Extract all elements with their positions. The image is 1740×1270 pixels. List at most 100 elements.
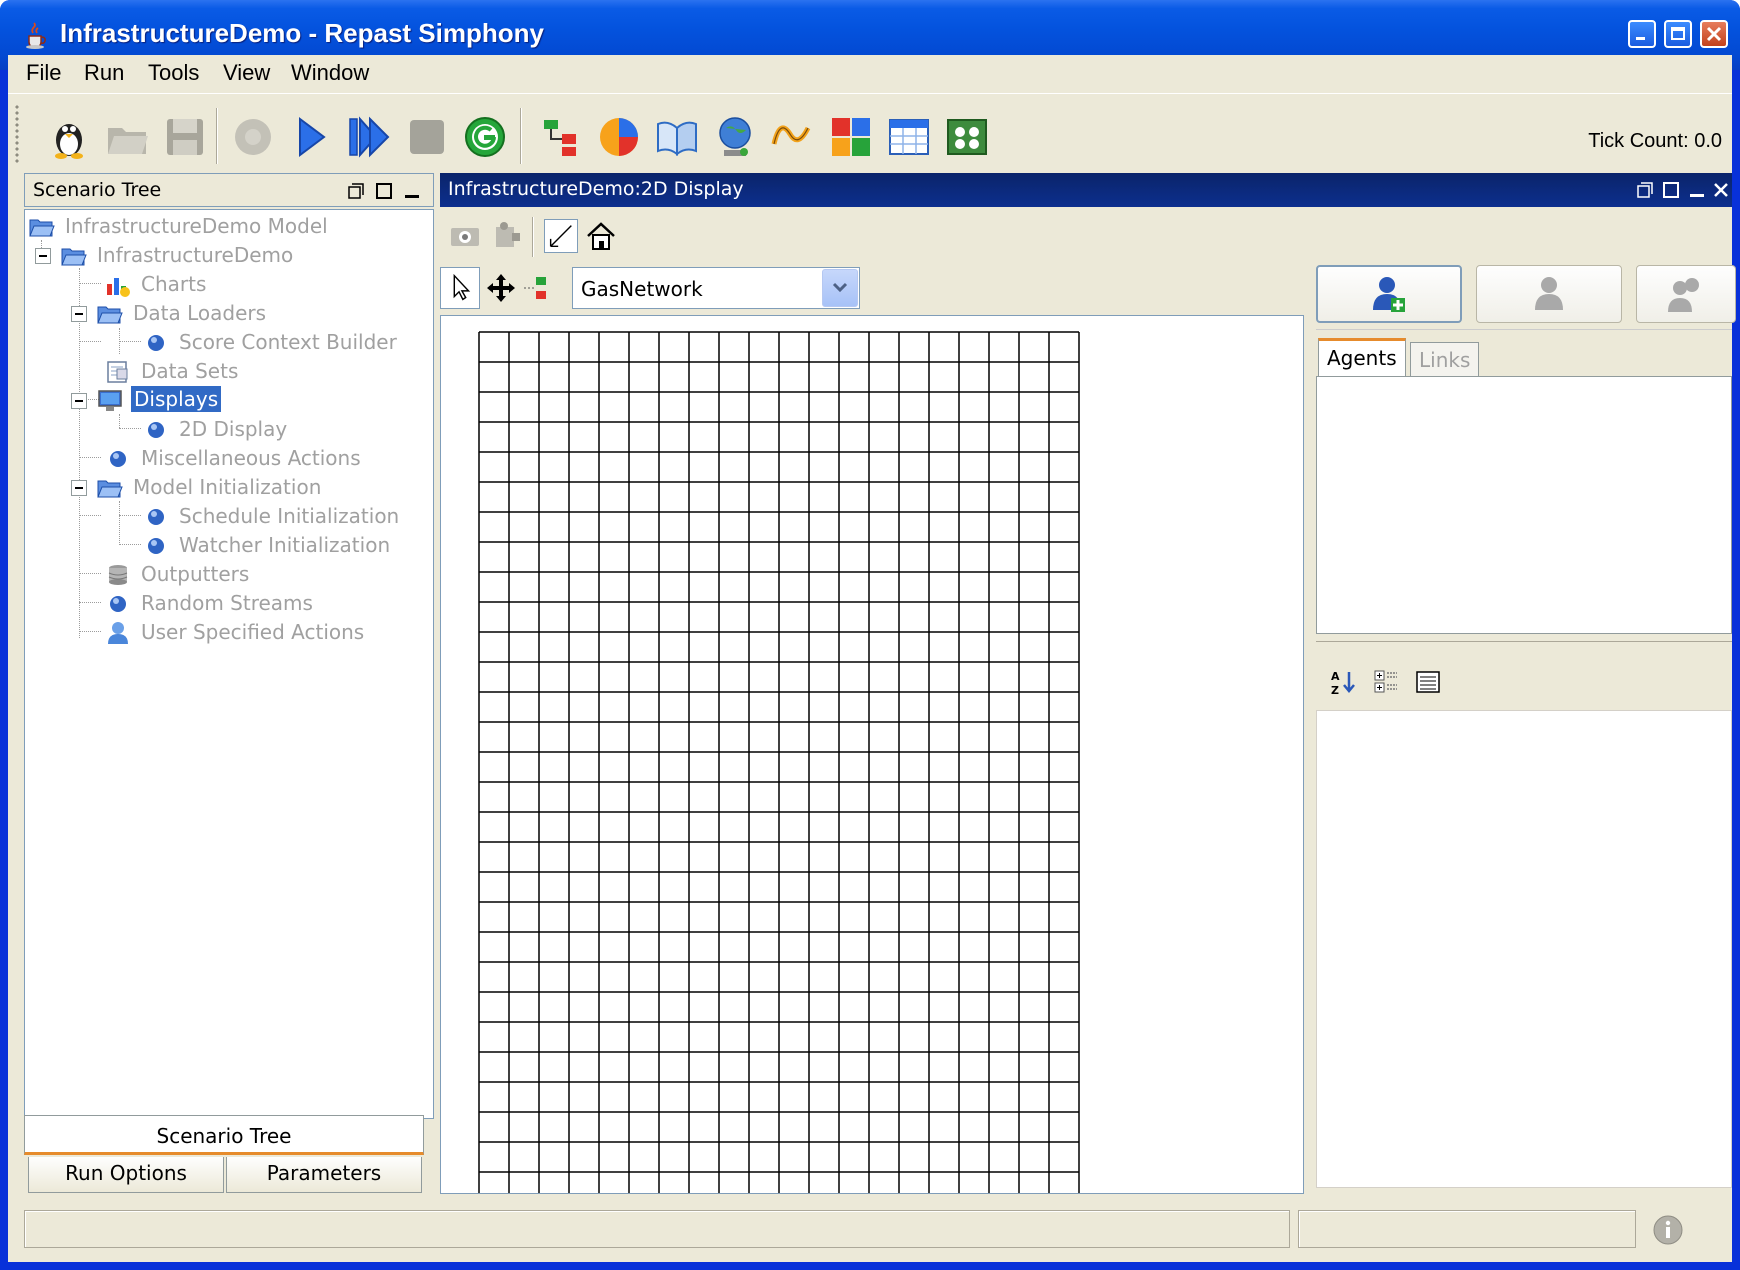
menu-window[interactable]: Window: [291, 60, 369, 86]
remove-agent-button[interactable]: [1476, 265, 1622, 323]
scenario-tree[interactable]: InfrastructureDemo Model InfrastructureD…: [24, 209, 434, 1119]
tree-item-displays[interactable]: Displays: [71, 386, 431, 416]
zoom-fit-icon[interactable]: [544, 219, 578, 253]
dropdown-button[interactable]: [822, 269, 858, 307]
tree-item-label: Miscellaneous Actions: [141, 446, 361, 470]
collapse-toggle[interactable]: [71, 480, 87, 496]
display-panel-title: InfrastructureDemo:2D Display: [448, 178, 744, 200]
tab-parameters[interactable]: Parameters: [226, 1157, 422, 1193]
float-icon[interactable]: [1636, 181, 1654, 199]
tree-item-label: Score Context Builder: [179, 330, 397, 354]
globe-icon[interactable]: [712, 114, 758, 160]
properties-toolbar: AZ: [1316, 650, 1732, 710]
menu-tools[interactable]: Tools: [148, 60, 199, 86]
display-canvas[interactable]: [440, 315, 1304, 1194]
tree-item-user-specified-actions[interactable]: User Specified Actions: [105, 618, 425, 648]
property-pages-icon[interactable]: [1414, 668, 1442, 696]
pan-icon[interactable]: [484, 271, 518, 305]
status-bar: [24, 1204, 1732, 1254]
collapse-toggle[interactable]: [35, 248, 51, 264]
tree-item-label: Random Streams: [141, 591, 313, 615]
tree-item-data-sets[interactable]: Data Sets: [105, 357, 425, 387]
stop-icon[interactable]: [404, 114, 450, 160]
folder-open-icon: [29, 219, 55, 237]
agent-group-button[interactable]: [1636, 265, 1736, 323]
collapse-toggle[interactable]: [71, 306, 87, 322]
tab-links[interactable]: Links: [1410, 342, 1480, 376]
tree-item-random-streams[interactable]: Random Streams: [105, 589, 425, 619]
bullet-icon: [110, 451, 126, 467]
tab-run-options[interactable]: Run Options: [28, 1157, 224, 1193]
menu-view[interactable]: View: [223, 60, 270, 86]
close-panel-icon[interactable]: [1712, 181, 1730, 199]
select-arrow-icon[interactable]: [440, 267, 480, 309]
close-button[interactable]: [1700, 20, 1728, 48]
network-grid: [478, 331, 1080, 1193]
init-icon[interactable]: [230, 114, 276, 160]
palette-icon[interactable]: [828, 114, 874, 160]
network-select[interactable]: GasNetwork: [572, 267, 860, 309]
tab-agents[interactable]: Agents: [1318, 338, 1406, 376]
network-icon[interactable]: [522, 271, 556, 305]
properties-table[interactable]: [1316, 710, 1732, 1188]
tree-item-label: InfrastructureDemo: [97, 243, 294, 267]
toolbar-grip[interactable]: [14, 104, 20, 164]
tree-item-charts[interactable]: Charts: [105, 270, 425, 300]
maximize-icon: [1671, 27, 1685, 40]
tree-item-infrastructuredemo[interactable]: InfrastructureDemo: [33, 241, 433, 271]
wave-icon[interactable]: [770, 114, 816, 160]
menu-view-label: View: [223, 60, 271, 85]
agents-list[interactable]: [1316, 376, 1732, 634]
tree-item-data-loaders[interactable]: Data Loaders: [71, 299, 431, 329]
tree-item-score-context-builder[interactable]: Score Context Builder: [143, 328, 433, 358]
database-icon: [108, 565, 128, 585]
open-folder-icon[interactable]: [104, 114, 150, 160]
tree-item-label: Watcher Initialization: [179, 533, 391, 557]
minimize-button[interactable]: [1628, 20, 1656, 48]
main-toolbar: Tick Count: 0.0: [8, 93, 1732, 173]
tree-item-miscellaneous-actions[interactable]: Miscellaneous Actions: [105, 444, 425, 474]
home-icon[interactable]: [584, 219, 618, 253]
pie-chart-icon[interactable]: [596, 114, 642, 160]
window-icon[interactable]: [886, 114, 932, 160]
network-select-value: GasNetwork: [581, 277, 703, 301]
info-icon[interactable]: [1652, 1214, 1684, 1246]
canvas-toolbar: GasNetwork: [440, 259, 1304, 315]
minimize-panel-icon[interactable]: [1688, 181, 1706, 199]
sort-alphabetical-icon[interactable]: AZ: [1330, 668, 1358, 696]
close-icon: [1706, 26, 1722, 42]
penguin-icon[interactable]: [46, 114, 92, 160]
tree-item-watcher-initialization[interactable]: Watcher Initialization: [143, 531, 433, 561]
tab-scenario-tree[interactable]: Scenario Tree: [24, 1115, 424, 1155]
menu-run[interactable]: Run: [84, 60, 124, 86]
group-icon[interactable]: [944, 114, 990, 160]
menu-tools-label: Tools: [148, 60, 200, 85]
float-icon[interactable]: [347, 182, 365, 200]
menu-file[interactable]: File: [26, 60, 61, 86]
scenario-panel: Scenario Tree InfrastructureDemo Model I…: [24, 173, 434, 1194]
movie-icon[interactable]: [490, 219, 524, 253]
tree-item-model-initialization[interactable]: Model Initialization: [71, 473, 431, 503]
collapse-toggle[interactable]: [71, 393, 87, 409]
minimize-panel-icon[interactable]: [403, 182, 421, 200]
add-agent-button[interactable]: [1316, 265, 1462, 323]
tree-item-label: Data Loaders: [133, 301, 267, 325]
display-panel-header: InfrastructureDemo:2D Display: [440, 173, 1732, 207]
maximize-panel-icon[interactable]: [375, 182, 393, 200]
save-icon[interactable]: [162, 114, 208, 160]
step-icon[interactable]: [346, 114, 392, 160]
model-tree-icon[interactable]: [538, 114, 584, 160]
book-icon[interactable]: [654, 114, 700, 160]
maximize-button[interactable]: [1664, 20, 1692, 48]
tree-item-outputters[interactable]: Outputters: [105, 560, 425, 590]
maximize-panel-icon[interactable]: [1662, 181, 1680, 199]
tree-item-schedule-initialization[interactable]: Schedule Initialization: [143, 502, 433, 532]
menu-file-label: File: [26, 60, 62, 85]
tree-item-model[interactable]: InfrastructureDemo Model: [29, 212, 429, 242]
tree-item-2d-display[interactable]: 2D Display: [143, 415, 433, 445]
camera-icon[interactable]: [448, 219, 482, 253]
reset-icon[interactable]: [462, 114, 508, 160]
categorized-icon[interactable]: [1372, 668, 1400, 696]
play-icon[interactable]: [288, 114, 334, 160]
client-area: File Run Tools View Window Tick Count: 0…: [8, 55, 1736, 1262]
